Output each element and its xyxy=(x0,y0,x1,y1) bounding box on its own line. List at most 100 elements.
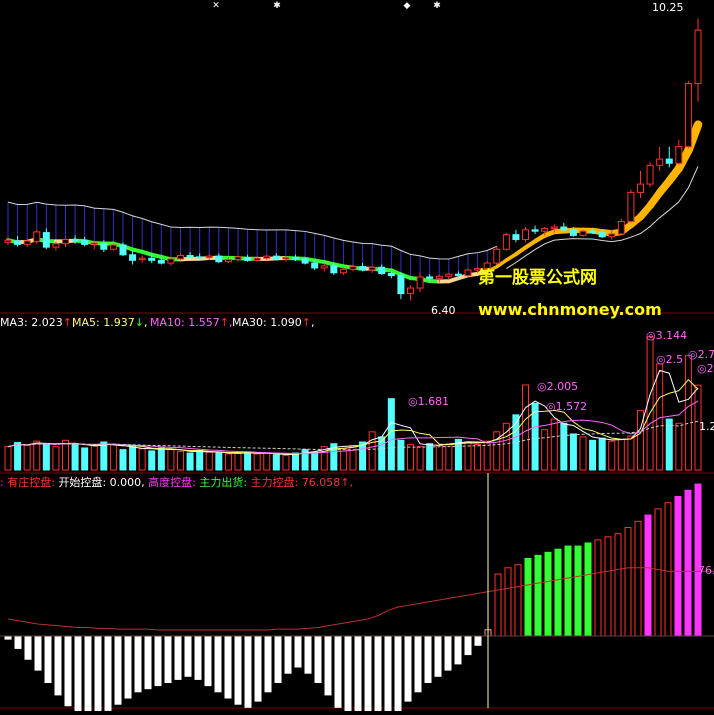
indicator-bar xyxy=(215,636,221,692)
indicator-bar xyxy=(205,636,211,686)
indicator-bar xyxy=(645,515,651,636)
volume-bar xyxy=(82,448,88,470)
indicator-bar xyxy=(245,636,251,707)
vol-annot-7: ◎2. xyxy=(697,362,714,375)
volume-bar xyxy=(628,436,634,470)
volume-bar xyxy=(24,445,30,470)
indicator-bar xyxy=(375,636,381,711)
indicator-bar xyxy=(225,636,231,698)
volume-bar xyxy=(43,444,49,470)
volume-bar xyxy=(570,434,576,470)
vol-annot-1: ◎1.681 xyxy=(408,395,449,408)
indicator-bar xyxy=(15,636,21,648)
candle-body xyxy=(158,260,164,263)
indicator-bar xyxy=(125,636,131,698)
candle-body xyxy=(254,258,260,260)
candle-body xyxy=(149,258,155,260)
vol-annot-6: ◎2.7 xyxy=(688,348,714,361)
indicator-bar xyxy=(565,546,571,636)
volume-bar xyxy=(130,447,136,470)
volume-bar xyxy=(53,447,59,470)
candle-body xyxy=(34,232,40,242)
candle-body xyxy=(235,257,241,260)
candle-body xyxy=(283,258,289,259)
candle-body xyxy=(178,255,184,258)
volume-bar xyxy=(235,453,241,470)
volume-bar xyxy=(178,451,184,470)
volume-bar xyxy=(618,439,624,470)
indicator-bar xyxy=(595,540,601,636)
volume-bar xyxy=(158,448,164,470)
candle-body xyxy=(618,222,624,234)
candle-body xyxy=(532,230,538,231)
volume-bar xyxy=(561,423,567,470)
candle-body xyxy=(561,227,567,230)
volume-bar xyxy=(206,452,212,470)
indicator-bar xyxy=(155,636,161,686)
indicator-bar xyxy=(135,636,141,692)
volume-bar xyxy=(379,437,385,470)
volume-bar xyxy=(350,445,356,470)
candle-body xyxy=(647,165,653,184)
ma3-legend: MA3: 2.023↑, xyxy=(0,316,75,329)
indicator-bar xyxy=(425,636,431,683)
volume-bar xyxy=(312,452,318,470)
candle-body xyxy=(503,235,509,250)
indicator-bar xyxy=(365,636,371,711)
indicator-bar xyxy=(625,528,631,637)
volume-bar xyxy=(216,453,222,470)
watermark-url: www.chnmoney.com xyxy=(478,300,662,319)
candle-body xyxy=(599,233,605,237)
candle-body xyxy=(570,230,576,236)
indicator-bar xyxy=(45,636,51,683)
indicator-bar xyxy=(575,546,581,636)
volume-bar xyxy=(293,453,299,470)
volume-bar xyxy=(398,440,404,470)
volume-bar xyxy=(139,449,145,470)
top-marker-1: ✱ xyxy=(273,1,281,11)
candle-body xyxy=(197,257,203,258)
candle-body xyxy=(216,256,222,262)
indicator-bar xyxy=(415,636,421,692)
indicator-bar xyxy=(185,636,191,676)
volume-bar xyxy=(264,453,270,470)
volume-bar xyxy=(685,355,691,470)
candle-body xyxy=(139,258,145,259)
candle-body xyxy=(264,256,270,258)
watermark-title: 第一股票公式网 xyxy=(478,263,597,288)
candle-body xyxy=(273,256,279,259)
candle-body xyxy=(360,267,366,270)
indicator-legend: : 有庄控盘: 开始控盘: 0.000, 高度控盘: 主力出货: 主力控盘: 7… xyxy=(0,476,353,489)
volume-bar xyxy=(63,440,69,470)
ma5-legend: MA5: 1.937↓, xyxy=(72,316,147,329)
vol-annot-4: ◎3.144 xyxy=(646,329,687,342)
price-high-label: 10.25 xyxy=(652,1,684,14)
candle-body xyxy=(590,231,596,232)
indicator-bar xyxy=(465,636,471,655)
candle-body xyxy=(446,274,452,276)
candle-body xyxy=(427,277,433,278)
candle-body xyxy=(388,273,394,275)
volume-bar xyxy=(34,441,40,470)
candle-body xyxy=(101,244,107,250)
indicator-bar xyxy=(395,636,401,711)
indicator-bar xyxy=(495,574,501,636)
volume-bar xyxy=(110,445,116,470)
indicator-bar xyxy=(665,503,671,636)
indicator-bar xyxy=(35,636,41,670)
volume-bar xyxy=(676,423,682,470)
volume-bar xyxy=(245,452,251,470)
ma30-legend: MA30: 1.090↑, xyxy=(232,316,314,329)
candle-body xyxy=(312,263,318,268)
candle-body xyxy=(685,84,691,147)
candle-body xyxy=(82,240,88,244)
top-marker-0: ✕ xyxy=(212,1,220,11)
indicator-bar xyxy=(85,636,91,711)
candle-body xyxy=(5,240,11,242)
volume-bar xyxy=(475,445,481,470)
candle-body xyxy=(206,256,212,257)
candle-body xyxy=(417,277,423,288)
candle-body xyxy=(465,270,471,276)
indicator-bar xyxy=(405,636,411,701)
candle-body xyxy=(676,147,682,164)
